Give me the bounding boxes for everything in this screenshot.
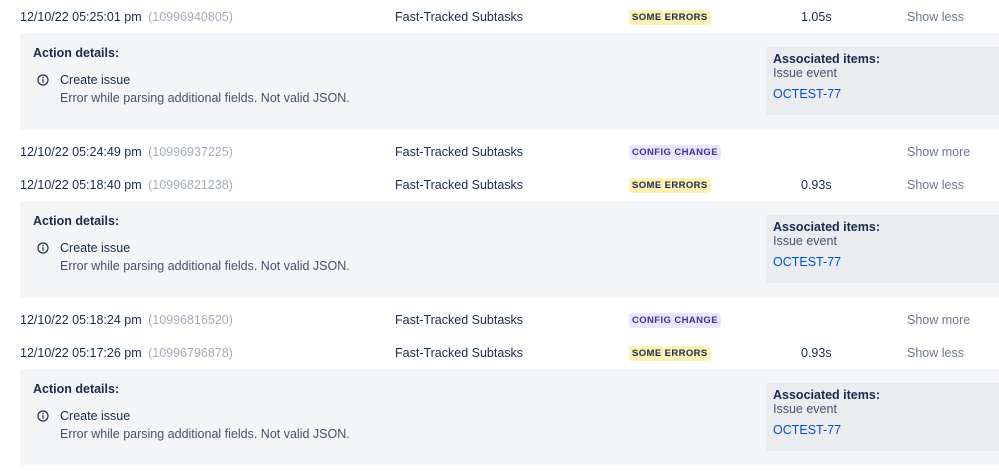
associated-items-title: Associated items: (773, 220, 880, 234)
rule-name: Fast-Tracked Subtasks (395, 312, 524, 327)
log-date: 12/10/22 05:25:01 pm (10996940805) (20, 10, 233, 24)
info-icon (37, 242, 49, 254)
duration: 0.93s (801, 345, 832, 360)
toggle-details-link[interactable]: Show more (907, 313, 970, 327)
log-date: 12/10/22 05:17:26 pm (10996796878) (20, 346, 233, 360)
log-id: (10996940805) (148, 9, 233, 24)
status-badge: SOME ERRORS (629, 177, 711, 193)
action-name: Create issue (60, 73, 131, 87)
action-details-heading: Action details: (33, 46, 120, 60)
info-icon (37, 74, 49, 86)
associated-items-box: Associated items: Issue event OCTEST-77 (766, 47, 999, 115)
log-id: (10996816520) (148, 312, 233, 327)
associated-item-type: Issue event (773, 234, 837, 248)
issue-link[interactable]: OCTEST-77 (773, 255, 841, 269)
rule-name: Fast-Tracked Subtasks (395, 345, 524, 360)
info-icon (37, 410, 49, 422)
audit-log-row[interactable]: 12/10/22 05:24:49 pm (10996937225) Fast-… (0, 135, 999, 168)
log-id: (10996937225) (148, 144, 233, 159)
rule-name: Fast-Tracked Subtasks (395, 177, 524, 192)
log-id: (10996821238) (148, 177, 233, 192)
duration: 0.93s (801, 177, 832, 192)
audit-log-row[interactable]: 12/10/22 05:18:40 pm (10996821238) Fast-… (0, 168, 999, 201)
toggle-details-link[interactable]: Show less (907, 346, 964, 360)
toggle-details-link[interactable]: Show less (907, 178, 964, 192)
error-message: Error while parsing additional fields. N… (60, 427, 350, 441)
duration: 1.05s (801, 9, 832, 24)
action-name: Create issue (60, 409, 131, 423)
log-date-text: 12/10/22 05:18:24 pm (20, 312, 142, 327)
error-message: Error while parsing additional fields. N… (60, 259, 350, 273)
action-details-panel: Action details: Create issue Error while… (20, 369, 999, 465)
associated-item-type: Issue event (773, 402, 837, 416)
log-date: 12/10/22 05:24:49 pm (10996937225) (20, 145, 233, 159)
toggle-details-link[interactable]: Show less (907, 10, 964, 24)
action-name: Create issue (60, 241, 131, 255)
associated-items-box: Associated items: Issue event OCTEST-77 (766, 215, 999, 283)
action-details-panel: Action details: Create issue Error while… (20, 33, 999, 129)
rule-name: Fast-Tracked Subtasks (395, 9, 524, 24)
issue-link[interactable]: OCTEST-77 (773, 87, 841, 101)
status-badge: CONFIG CHANGE (629, 144, 721, 160)
issue-link[interactable]: OCTEST-77 (773, 423, 841, 437)
audit-log-row[interactable]: 12/10/22 05:18:24 pm (10996816520) Fast-… (0, 303, 999, 336)
rule-name: Fast-Tracked Subtasks (395, 144, 524, 159)
audit-log-list: 12/10/22 05:25:01 pm (10996940805) Fast-… (0, 0, 999, 471)
log-date-text: 12/10/22 05:25:01 pm (20, 9, 142, 24)
action-details-panel: Action details: Create issue Error while… (20, 201, 999, 297)
log-date-text: 12/10/22 05:24:49 pm (20, 144, 142, 159)
action-details-heading: Action details: (33, 382, 120, 396)
audit-log-row[interactable]: 12/10/22 05:25:01 pm (10996940805) Fast-… (0, 0, 999, 33)
log-id: (10996796878) (148, 345, 233, 360)
log-date-text: 12/10/22 05:17:26 pm (20, 345, 142, 360)
log-date: 12/10/22 05:18:24 pm (10996816520) (20, 313, 233, 327)
associated-items-box: Associated items: Issue event OCTEST-77 (766, 383, 999, 451)
log-date: 12/10/22 05:18:40 pm (10996821238) (20, 178, 233, 192)
status-badge: CONFIG CHANGE (629, 312, 721, 328)
log-date-text: 12/10/22 05:18:40 pm (20, 177, 142, 192)
associated-items-title: Associated items: (773, 52, 880, 66)
action-details-heading: Action details: (33, 214, 120, 228)
status-badge: SOME ERRORS (629, 345, 711, 361)
error-message: Error while parsing additional fields. N… (60, 91, 350, 105)
audit-log-row[interactable]: 12/10/22 05:17:26 pm (10996796878) Fast-… (0, 336, 999, 369)
associated-item-type: Issue event (773, 66, 837, 80)
associated-items-title: Associated items: (773, 388, 880, 402)
toggle-details-link[interactable]: Show more (907, 145, 970, 159)
status-badge: SOME ERRORS (629, 9, 711, 25)
